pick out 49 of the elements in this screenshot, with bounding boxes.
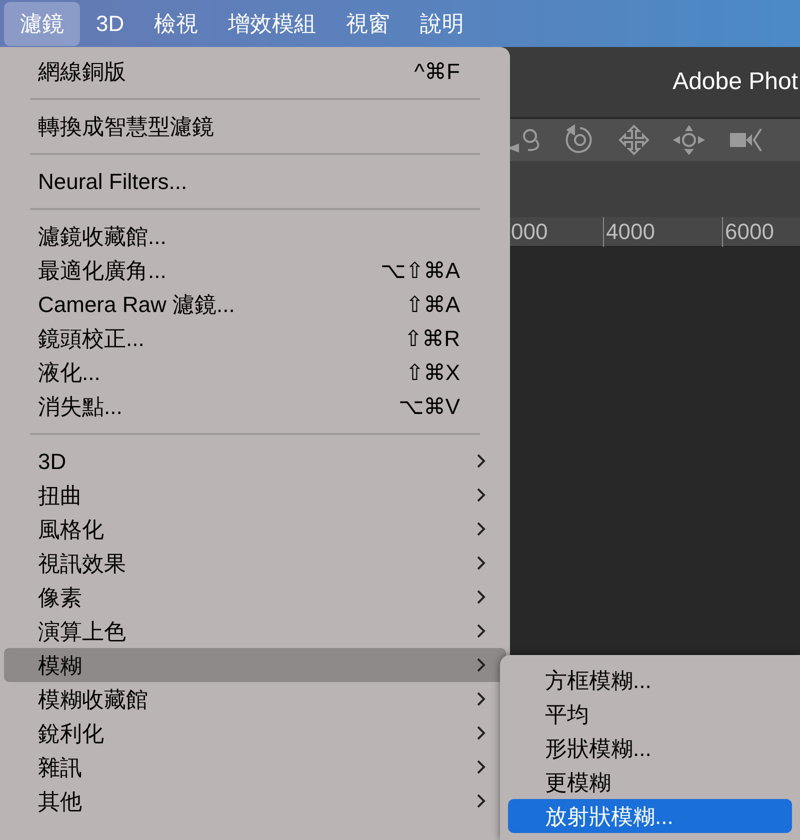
menu-item[interactable]: 轉換成智慧型濾鏡 [4, 109, 506, 143]
submenu-item[interactable]: 放射狀模糊... [508, 799, 792, 833]
chevron-right-icon [476, 657, 486, 673]
chevron-right-icon [476, 623, 486, 639]
menu-item[interactable]: 其他 [4, 784, 506, 818]
ruler-label: 4000 [606, 219, 655, 245]
menu-item[interactable]: 鏡頭校正... ⇧⌘R [4, 321, 506, 355]
submenu-item[interactable]: 方框模糊... [508, 663, 792, 697]
menu-item[interactable]: 銳利化 [4, 716, 506, 750]
chevron-right-icon [476, 725, 486, 741]
menu-bar-item[interactable]: 檢視 [140, 2, 212, 46]
menu-item[interactable]: 濾鏡收藏館... [4, 219, 506, 253]
pan-icon[interactable] [672, 124, 706, 156]
menu-item[interactable]: 液化... ⇧⌘X [4, 355, 506, 389]
chevron-right-icon [476, 487, 486, 503]
menu-bar-item[interactable]: 說明 [406, 2, 478, 46]
chevron-right-icon [476, 453, 486, 469]
menu-item[interactable]: 扭曲 [4, 478, 506, 512]
orbit-icon[interactable] [508, 126, 542, 154]
menu-item[interactable]: 雜訊 [4, 750, 506, 784]
menu-item[interactable]: 模糊收藏館 [4, 682, 506, 716]
menu-item[interactable]: 網線銅版 ^⌘F [4, 54, 506, 88]
submenu-item[interactable]: 形狀模糊... [508, 731, 792, 765]
menu-item[interactable]: 視訊效果 [4, 546, 506, 580]
chevron-right-icon [476, 759, 486, 775]
menu-item[interactable]: Camera Raw 濾鏡... ⇧⌘A [4, 287, 506, 321]
menu-item[interactable]: 3D [4, 444, 506, 478]
chevron-right-icon [476, 793, 486, 809]
menu-item[interactable]: 消失點... ⌥⌘V [4, 389, 506, 423]
chevron-right-icon [476, 589, 486, 605]
chevron-right-icon [476, 691, 486, 707]
submenu-item[interactable]: 更模糊 [508, 765, 792, 799]
menu-item[interactable]: 演算上色 [4, 614, 506, 648]
window-title: Adobe Phot [672, 67, 799, 97]
menu-item[interactable]: 風格化 [4, 512, 506, 546]
chevron-right-icon [476, 555, 486, 571]
submenu-item[interactable]: 平均 [508, 697, 792, 731]
menu-bar-item[interactable]: 3D [82, 2, 138, 46]
menu-item[interactable]: 像素 [4, 580, 506, 614]
menu-item[interactable]: 模糊 [4, 648, 506, 682]
video-camera-icon[interactable] [728, 126, 764, 154]
menu-bar-item[interactable]: 增效模組 [214, 2, 330, 46]
menu-item[interactable]: 最適化廣角... ⌥⇧⌘A [4, 253, 506, 287]
ruler-label: 6000 [725, 219, 774, 245]
chevron-right-icon [476, 521, 486, 537]
menu-bar-item[interactable]: 視窗 [332, 2, 404, 46]
ruler-label: 000 [511, 219, 548, 245]
menu-item[interactable]: Neural Filters... [4, 164, 506, 198]
move-arrows-icon[interactable] [618, 124, 650, 156]
